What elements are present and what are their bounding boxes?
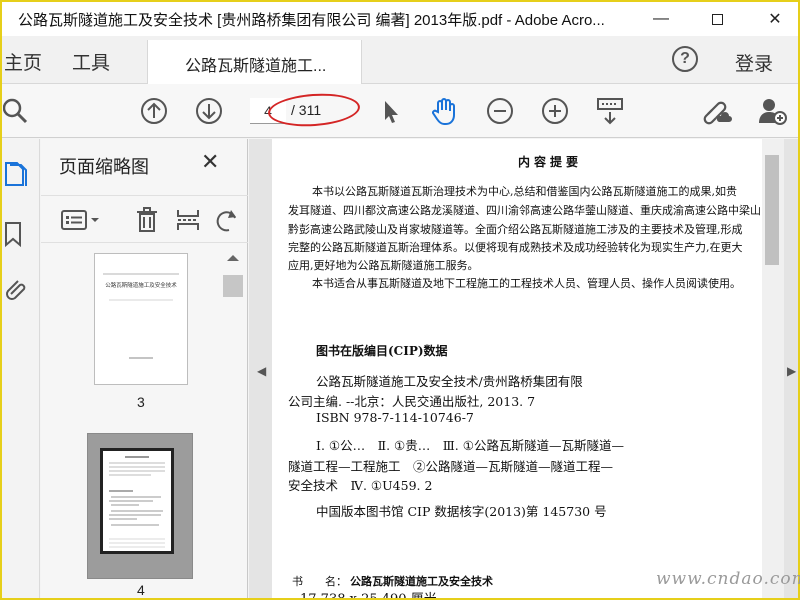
maximize-icon bbox=[711, 13, 723, 25]
tab-document-label: 公路瓦斯隧道施工... bbox=[185, 58, 327, 75]
format-line: 17.738 x 25.490 厘米 bbox=[300, 588, 437, 598]
thumbnail-options-icon[interactable] bbox=[59, 206, 99, 234]
select-cursor-icon[interactable] bbox=[375, 96, 405, 126]
next-page-arrow[interactable]: ▶ bbox=[787, 364, 796, 378]
page-thumbnail-3[interactable]: 公路瓦斯隧道施工及安全技术 bbox=[94, 253, 188, 385]
thumbnail-panel: 页面缩略图 ✕ 公路瓦斯隧道施工及安全技术 3 4 bbox=[41, 139, 248, 598]
panel-close-button[interactable]: ✕ bbox=[201, 149, 219, 175]
tab-tools[interactable]: 工具 bbox=[72, 48, 110, 75]
summary-line: 完整的公路瓦斯隧道瓦斯治理体系。以便将现有成熟技术及成功经验转化为现实生产力,在… bbox=[288, 241, 743, 254]
delete-icon[interactable] bbox=[133, 206, 161, 234]
tab-document[interactable]: 公路瓦斯隧道施工... bbox=[147, 40, 362, 85]
summary-line: 黔彭高速公路武陵山及肖家坡隧道等。全面介绍公路瓦斯隧道施工涉及的主要技术及管理,… bbox=[288, 223, 743, 236]
next-page-icon[interactable] bbox=[194, 96, 224, 126]
red-highlight-ellipse bbox=[266, 90, 362, 130]
thumbnail-number: 3 bbox=[137, 394, 145, 410]
panel-title: 页面缩略图 bbox=[59, 157, 149, 177]
prev-page-arrow[interactable]: ◀ bbox=[257, 364, 266, 378]
book-label: 书 名： bbox=[292, 575, 347, 588]
rotate-icon[interactable] bbox=[213, 206, 241, 234]
document-view: ◀ 内容提要 本书以公路瓦斯隧道瓦斯治理技术为中心,总结和借鉴国内公路瓦斯隧道施… bbox=[249, 139, 798, 598]
tab-home[interactable]: 主页 bbox=[4, 48, 42, 75]
page-thumbnail-4-selected[interactable] bbox=[87, 433, 193, 579]
window-title: 公路瓦斯隧道施工及安全技术 [贵州路桥集团有限公司 编著] 2013年版.pdf… bbox=[18, 12, 605, 29]
thumbnail-number: 4 bbox=[137, 582, 145, 598]
cip-line: 安全技术 Ⅳ. ①U459. 2 bbox=[288, 478, 433, 493]
summary-line: 本书以公路瓦斯隧道瓦斯治理技术为中心,总结和借鉴国内公路瓦斯隧道施工的成果,如贵 bbox=[312, 185, 737, 198]
watermark: www.cndao.com bbox=[656, 569, 800, 589]
thumb3-title: 公路瓦斯隧道施工及安全技术 bbox=[105, 281, 177, 289]
previous-page-icon[interactable] bbox=[139, 96, 169, 126]
search-icon[interactable] bbox=[2, 96, 32, 126]
cip-line: 中国版本图书馆 CIP 数据核字(2013)第 145730 号 bbox=[316, 504, 607, 519]
page-display-icon[interactable] bbox=[595, 96, 625, 126]
title-bar: 公路瓦斯隧道施工及安全技术 [贵州路桥集团有限公司 编著] 2013年版.pdf… bbox=[2, 2, 798, 36]
summary-line: 应用,更好地为公路瓦斯隧道施工服务。 bbox=[288, 259, 479, 272]
page-thumbnail-4 bbox=[100, 448, 174, 554]
summary-line: 本书适合从事瓦斯隧道及地下工程施工的工程技术人员、管理人员、操作人员阅读使用。 bbox=[312, 277, 741, 290]
cip-line: 隧道工程—工程施工 ②公路隧道—瓦斯隧道—隧道工程— bbox=[288, 459, 614, 474]
cip-line: 公司主编. --北京：人民交通出版社, 2013. 7 bbox=[288, 394, 536, 409]
tab-bar: 主页 工具 公路瓦斯隧道施工... ? 登录 bbox=[2, 36, 798, 85]
insert-page-icon[interactable] bbox=[174, 206, 202, 234]
book-name: 公路瓦斯隧道施工及安全技术 bbox=[350, 575, 493, 588]
bookmark-icon[interactable] bbox=[2, 219, 32, 249]
document-scrollbar[interactable] bbox=[762, 139, 784, 598]
maximize-button[interactable] bbox=[694, 2, 740, 36]
close-window-button[interactable]: ✕ bbox=[752, 2, 798, 36]
attachment-icon[interactable] bbox=[2, 275, 32, 305]
cip-heading: 图书在版编目(CIP)数据 bbox=[316, 344, 448, 358]
cip-line: 公路瓦斯隧道施工及安全技术/贵州路桥集团有限 bbox=[316, 374, 583, 389]
thumbnail-scrollbar[interactable] bbox=[223, 247, 245, 598]
zoom-out-icon[interactable] bbox=[485, 96, 515, 126]
document-scroll-thumb[interactable] bbox=[765, 155, 779, 265]
page-thumbnails-icon[interactable] bbox=[2, 159, 32, 189]
toolbar: / 311 bbox=[2, 84, 798, 138]
cip-line: Ⅰ. ①公… Ⅱ. ①贵… Ⅲ. ①公路瓦斯隧道—瓦斯隧道— bbox=[316, 438, 624, 453]
minimize-button[interactable]: — bbox=[638, 2, 684, 36]
panel-toolbar bbox=[41, 195, 248, 243]
cip-line: ISBN 978-7-114-10746-7 bbox=[316, 410, 474, 425]
thumbnail-scroll-thumb[interactable] bbox=[223, 275, 243, 297]
summary-title: 内容提要 bbox=[518, 155, 583, 169]
zoom-in-icon[interactable] bbox=[540, 96, 570, 126]
summary-line: 发耳隧道、四川都汶高速公路龙溪隧道、四川渝邻高速公路华蓥山隧道、重庆成渝高速公路… bbox=[288, 204, 761, 217]
help-icon[interactable]: ? bbox=[672, 46, 698, 72]
pdf-page: 内容提要 本书以公路瓦斯隧道瓦斯治理技术为中心,总结和借鉴国内公路瓦斯隧道施工的… bbox=[272, 139, 762, 598]
cloud-link-icon[interactable] bbox=[702, 96, 732, 126]
add-user-icon[interactable] bbox=[757, 96, 787, 126]
navigation-rail bbox=[2, 139, 40, 598]
hand-tool-icon[interactable] bbox=[429, 96, 459, 126]
login-button[interactable]: 登录 bbox=[735, 49, 773, 76]
